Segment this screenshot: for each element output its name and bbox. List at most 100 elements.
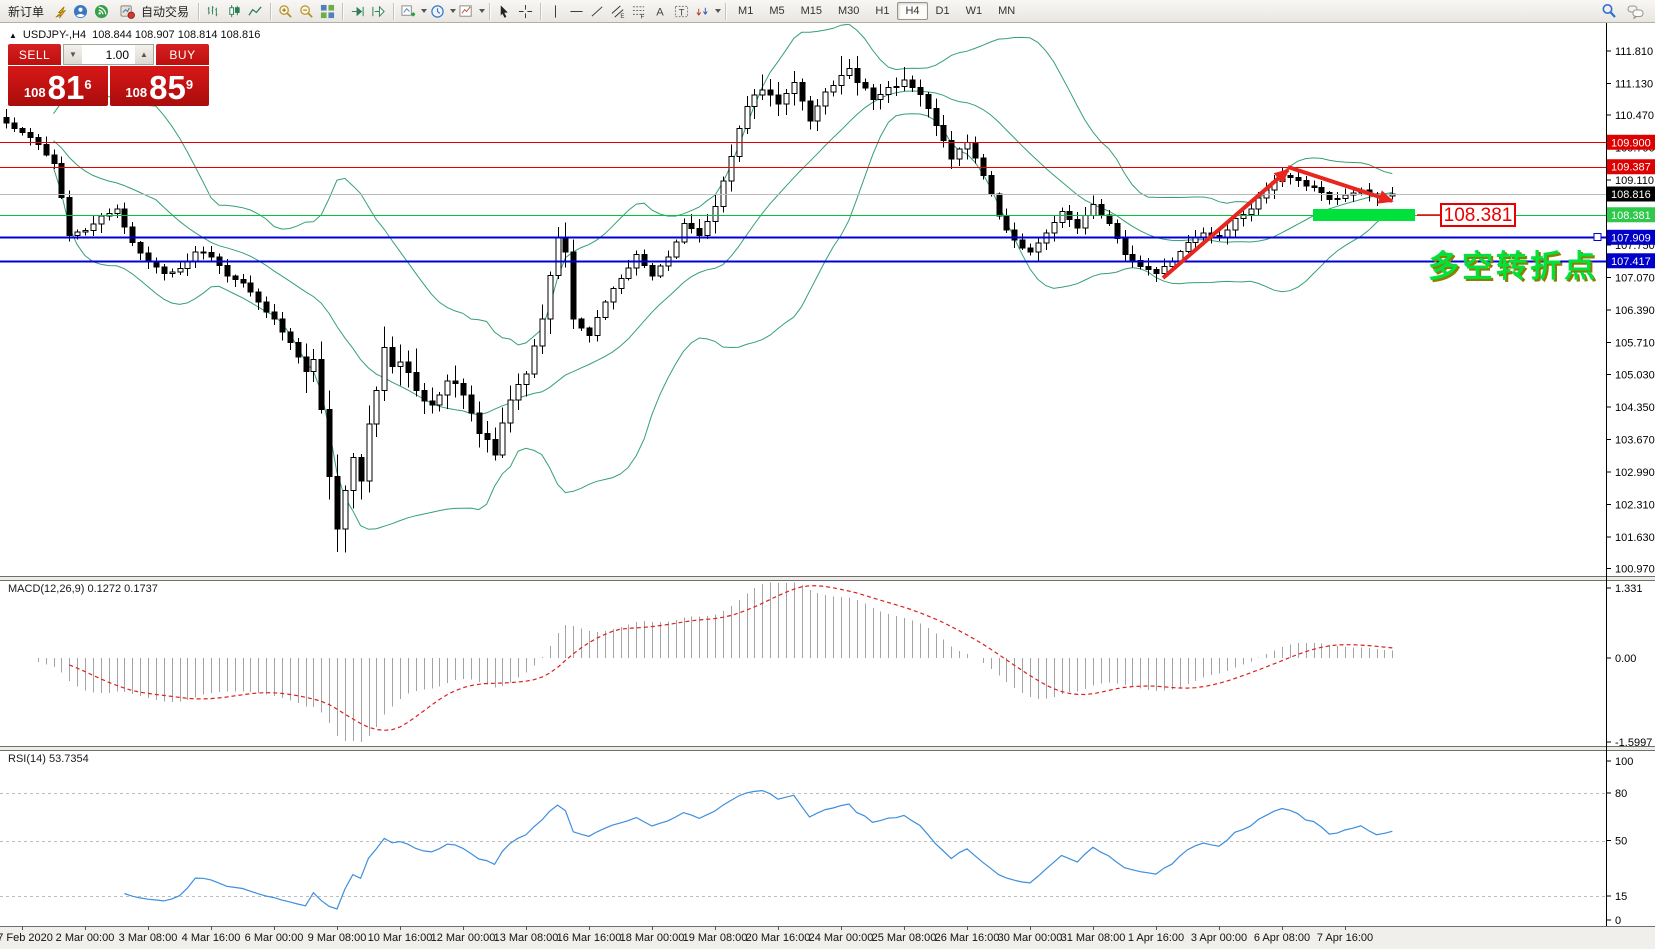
label-tool-icon[interactable]: T — [671, 2, 692, 21]
crosshair-icon[interactable] — [515, 2, 536, 21]
text-tool-icon[interactable]: A — [650, 2, 671, 21]
price-badge-label: 107.417 — [1611, 256, 1651, 268]
cursor-icon[interactable] — [494, 2, 515, 21]
new-order-button[interactable]: 新订单 — [3, 1, 49, 22]
candle-body — [304, 357, 309, 371]
candle-body — [619, 278, 624, 288]
candle-body — [658, 266, 663, 276]
timeframe-D1[interactable]: D1 — [928, 2, 958, 20]
candle-body — [351, 457, 356, 490]
fibonacci-tool-icon[interactable]: F — [629, 2, 650, 21]
auto-scroll-icon[interactable] — [347, 2, 368, 21]
candle-body — [225, 266, 230, 276]
one-click-trading-panel: SELL ▼ ▲ BUY 108 81 6 108 85 9 — [8, 44, 209, 106]
price-badge-label: 108.381 — [1611, 210, 1651, 222]
bar-chart-icon[interactable] — [203, 2, 224, 21]
time-tick-label: 3 Mar 08:00 — [119, 932, 178, 944]
horizontal-line-tool-icon[interactable] — [566, 2, 587, 21]
candle-body — [902, 80, 907, 86]
support-highlight-box[interactable] — [1313, 209, 1415, 221]
time-tick-label: 31 Mar 08:00 — [1061, 932, 1126, 944]
timeframe-H1[interactable]: H1 — [867, 2, 897, 20]
chat-icon[interactable] — [1625, 2, 1646, 21]
arrows-tool-icon[interactable] — [692, 2, 713, 21]
price-tick-label: 106.390 — [1615, 305, 1655, 317]
candle-body — [981, 158, 986, 176]
timeframe-M15[interactable]: M15 — [793, 2, 830, 20]
volume-down-button[interactable]: ▼ — [64, 45, 82, 64]
candle-body — [493, 440, 498, 455]
vertical-line-tool-icon[interactable] — [545, 2, 566, 21]
candle-body — [138, 242, 143, 253]
time-tick-label: 13 Mar 08:00 — [494, 932, 559, 944]
candle-body — [461, 383, 466, 395]
buy-price-box[interactable]: 108 85 9 — [110, 66, 210, 106]
candle-body — [28, 133, 33, 138]
tile-windows-icon[interactable] — [317, 2, 338, 21]
candle-body — [823, 92, 828, 106]
candle-body — [193, 252, 198, 262]
sell-button[interactable]: SELL — [8, 44, 61, 65]
candlestick-chart-icon[interactable] — [224, 2, 245, 21]
profile-arrow-icon[interactable] — [49, 2, 70, 21]
candle-body — [776, 95, 781, 104]
rsi-tick-label: 0 — [1615, 915, 1621, 927]
indicators-icon[interactable] — [398, 2, 419, 21]
rsi-tick-label: 15 — [1615, 891, 1627, 903]
price-tick-label: 109.110 — [1615, 175, 1654, 187]
autotrade-button[interactable]: 自动交易 — [112, 1, 194, 22]
chart-shift-icon[interactable] — [368, 2, 389, 21]
periods-icon[interactable] — [427, 2, 448, 21]
candle-body — [52, 155, 57, 164]
candle-body — [1123, 239, 1128, 255]
timeframe-M5[interactable]: M5 — [761, 2, 792, 20]
candle-body — [871, 88, 876, 99]
search-icon[interactable] — [1598, 2, 1619, 21]
templates-caret-icon[interactable] — [479, 9, 485, 13]
volume-up-button[interactable]: ▲ — [135, 45, 153, 64]
candle-body — [1052, 223, 1057, 233]
templates-icon[interactable] — [456, 2, 477, 21]
volume-input[interactable] — [82, 45, 135, 64]
arrows-caret-icon[interactable] — [715, 9, 721, 13]
zoom-in-icon[interactable] — [275, 2, 296, 21]
price-tick-label: 102.310 — [1615, 500, 1655, 512]
candle-body — [162, 267, 167, 273]
timeframe-M30[interactable]: M30 — [830, 2, 867, 20]
timeframe-MN[interactable]: MN — [990, 2, 1023, 20]
buy-button[interactable]: BUY — [156, 44, 209, 65]
line-chart-icon[interactable] — [245, 2, 266, 21]
collapse-arrow-icon[interactable]: ▲ — [9, 31, 17, 40]
time-tick-label: 6 Apr 08:00 — [1254, 932, 1310, 944]
candle-body — [36, 137, 41, 144]
signals-icon[interactable] — [91, 2, 112, 21]
timeframe-H4[interactable]: H4 — [897, 2, 927, 20]
candle-body — [1233, 219, 1238, 231]
timeframe-W1[interactable]: W1 — [958, 2, 991, 20]
candle-body — [59, 164, 64, 198]
trendline-tool-icon[interactable] — [587, 2, 608, 21]
candle-body — [745, 106, 750, 128]
timeframe-M1[interactable]: M1 — [730, 2, 761, 20]
candle-body — [973, 142, 978, 158]
separator — [393, 3, 394, 20]
sell-price-box[interactable]: 108 81 6 — [8, 66, 108, 106]
candle-body — [453, 381, 458, 384]
candle-body — [130, 227, 135, 243]
candle-body — [626, 268, 631, 278]
candle-body — [264, 302, 269, 312]
svg-text:T: T — [679, 7, 685, 17]
line-selection-handle[interactable] — [1594, 234, 1601, 241]
channel-tool-icon[interactable]: E — [608, 2, 629, 21]
community-icon[interactable] — [70, 2, 91, 21]
price-tick-label: 111.130 — [1615, 79, 1653, 91]
candle-body — [721, 181, 726, 207]
rsi-tick-label: 100 — [1615, 756, 1633, 768]
candle-body — [516, 384, 521, 400]
zoom-out-icon[interactable] — [296, 2, 317, 21]
candle-body — [1296, 177, 1301, 180]
sell-price-pipette: 6 — [84, 66, 91, 104]
turning-point-note[interactable]: 多空转折点 — [1428, 249, 1598, 284]
candle-body — [288, 332, 293, 343]
candle-body — [485, 433, 490, 439]
